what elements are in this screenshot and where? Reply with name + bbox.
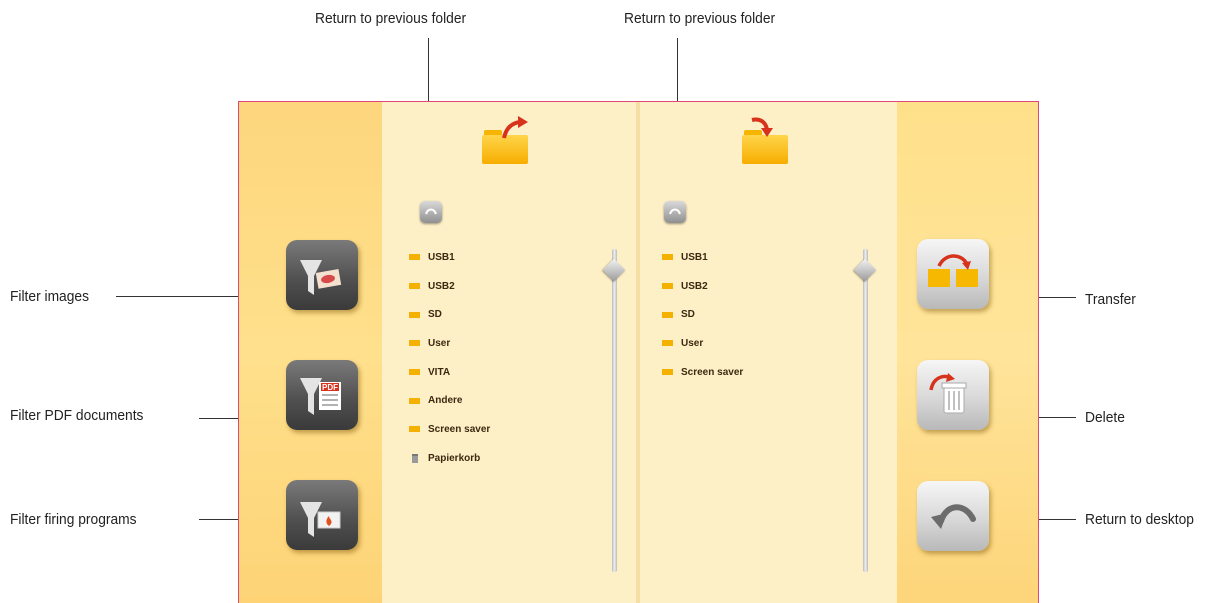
return-previous-folder-button-right[interactable] [664, 201, 686, 223]
folder-icon [409, 254, 420, 261]
list-item[interactable]: Andere [409, 386, 490, 415]
return-arrow-icon [931, 504, 976, 529]
list-item[interactable]: USB2 [409, 272, 490, 301]
filter-pdf-button[interactable]: PDF [286, 360, 358, 430]
folder-icon [662, 311, 673, 318]
return-previous-folder-button-left[interactable] [420, 201, 442, 223]
file-manager-screen: USB1 USB2 SD User VITA Andere Screen sav… [238, 101, 1039, 603]
list-item[interactable]: SD [409, 300, 490, 329]
folder-import-icon [742, 117, 788, 164]
folder-icon [409, 340, 420, 347]
list-item[interactable]: Screen saver [662, 358, 743, 387]
return-desktop-button[interactable] [917, 481, 989, 551]
target-scrollbar-track[interactable] [863, 249, 868, 572]
source-file-list: USB1 USB2 SD User VITA Andere Screen sav… [409, 243, 490, 473]
folder-icon [409, 311, 420, 318]
callout-return-desktop: Return to desktop [1085, 511, 1194, 528]
filter-pdf-icon: PDF [300, 378, 341, 415]
callout-return-previous-folder-right: Return to previous folder [624, 10, 776, 27]
folder-export-icon [482, 116, 528, 164]
delete-icon [929, 373, 967, 414]
folder-icon [409, 369, 420, 376]
arrow-up-icon [669, 208, 681, 215]
filter-images-icon [300, 260, 342, 295]
list-item[interactable]: Screen saver [409, 415, 490, 444]
filter-firing-icon [300, 502, 341, 537]
folder-icon [662, 254, 673, 261]
delete-button[interactable] [917, 360, 989, 430]
list-item[interactable]: User [409, 329, 490, 358]
callout-filter-images: Filter images [10, 288, 89, 305]
filter-images-button[interactable] [286, 240, 358, 310]
list-item[interactable]: User [662, 329, 743, 358]
pdf-label: PDF [322, 383, 338, 392]
trash-icon [412, 453, 418, 463]
transfer-button[interactable] [917, 239, 989, 309]
callout-filter-firing: Filter firing programs [10, 511, 137, 528]
folder-icon [409, 283, 420, 290]
callout-filter-pdf: Filter PDF documents [10, 407, 144, 424]
list-item[interactable]: USB1 [409, 243, 490, 272]
folder-icon [662, 283, 673, 290]
list-item[interactable]: VITA [409, 358, 490, 387]
list-item[interactable]: SD [662, 300, 743, 329]
source-scrollbar-track[interactable] [612, 249, 617, 572]
transfer-icon [928, 254, 978, 287]
arrow-up-icon [425, 208, 437, 215]
folder-icon [409, 397, 420, 404]
callout-transfer: Transfer [1085, 291, 1136, 308]
list-item[interactable]: Papierkorb [409, 444, 490, 473]
callout-delete: Delete [1085, 409, 1125, 426]
folder-icon [662, 340, 673, 347]
folder-icon [662, 369, 673, 376]
callout-return-previous-folder-left: Return to previous folder [315, 10, 467, 27]
target-file-list: USB1 USB2 SD User Screen saver [662, 243, 743, 386]
folder-icon [409, 426, 420, 433]
list-item[interactable]: USB2 [662, 272, 743, 301]
list-item[interactable]: USB1 [662, 243, 743, 272]
filter-firing-button[interactable] [286, 480, 358, 550]
